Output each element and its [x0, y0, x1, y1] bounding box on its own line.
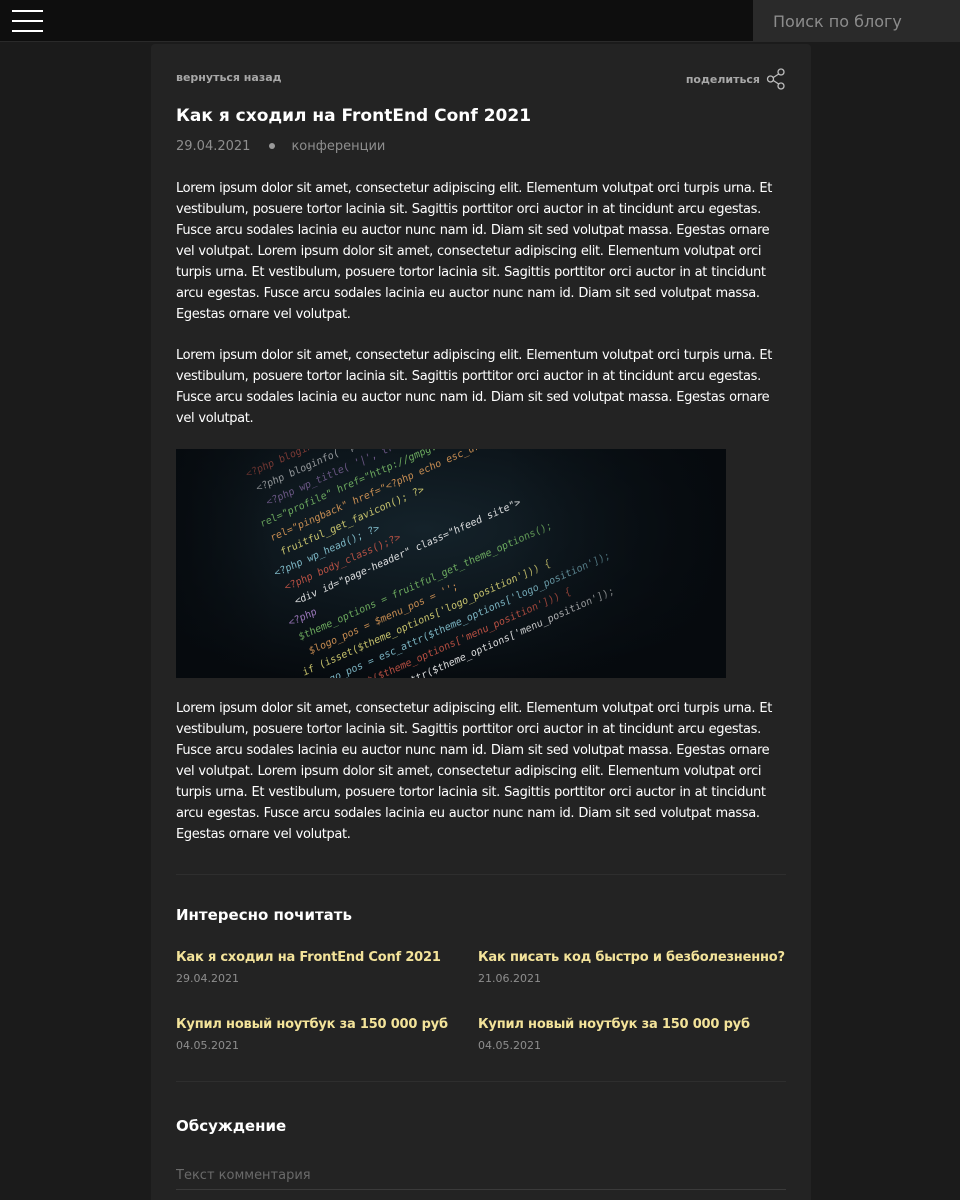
share-button[interactable]: поделиться — [686, 68, 786, 90]
post-paragraph: Lorem ipsum dolor sit amet, consectetur … — [176, 701, 772, 842]
post-tag[interactable]: конференции — [291, 139, 385, 154]
related-post[interactable]: Как я сходил на FrontEnd Conf 2021 29.04… — [176, 950, 478, 985]
menu-line — [12, 20, 43, 22]
related-post-title: Как я сходил на FrontEnd Conf 2021 — [176, 950, 441, 965]
article-card: вернуться назад поделиться Как я сходил … — [151, 44, 811, 1200]
discussion-heading: Обсуждение — [176, 1117, 287, 1135]
related-heading: Интересно почитать — [176, 906, 352, 924]
related-post[interactable]: Купил новый ноутбук за 150 000 руб 04.05… — [478, 1017, 780, 1052]
blog-search-input[interactable] — [753, 0, 960, 42]
related-post-title: Купил новый ноутбук за 150 000 руб — [176, 1017, 448, 1032]
post-meta: 29.04.2021 конференции — [176, 137, 385, 155]
top-bar — [0, 0, 960, 42]
back-link[interactable]: вернуться назад — [176, 71, 282, 84]
menu-line — [12, 30, 43, 32]
post-paragraph: Lorem ipsum dolor sit amet, consectetur … — [176, 348, 772, 426]
post-image: <?php bloginfo('name'); ?><?php bloginfo… — [176, 449, 726, 678]
menu-line — [12, 10, 43, 12]
comment-input[interactable] — [176, 1162, 786, 1190]
separator-dot — [269, 143, 276, 149]
share-label: поделиться — [685, 72, 760, 86]
related-post-date: 04.05.2021 — [478, 1039, 541, 1052]
related-post[interactable]: Как писать код быстро и безболезненно? 2… — [478, 950, 785, 985]
post-date: 29.04.2021 — [176, 138, 251, 154]
section-divider — [176, 1081, 786, 1082]
section-divider — [176, 874, 786, 875]
related-post-date: 21.06.2021 — [478, 972, 541, 985]
related-post-date: 29.04.2021 — [176, 972, 239, 985]
related-post[interactable]: Купил новый ноутбук за 150 000 руб 04.05… — [176, 1017, 478, 1052]
related-post-title: Купил новый ноутбук за 150 000 руб — [478, 1017, 750, 1032]
related-post-date: 04.05.2021 — [176, 1039, 239, 1052]
related-post-title: Как писать код быстро и безболезненно? — [478, 950, 785, 965]
post-paragraph: Lorem ipsum dolor sit amet, consectetur … — [176, 181, 772, 322]
post-title: Как я сходил на FrontEnd Conf 2021 — [176, 106, 532, 126]
hamburger-menu-icon[interactable] — [12, 10, 43, 32]
share-icon — [766, 68, 785, 90]
